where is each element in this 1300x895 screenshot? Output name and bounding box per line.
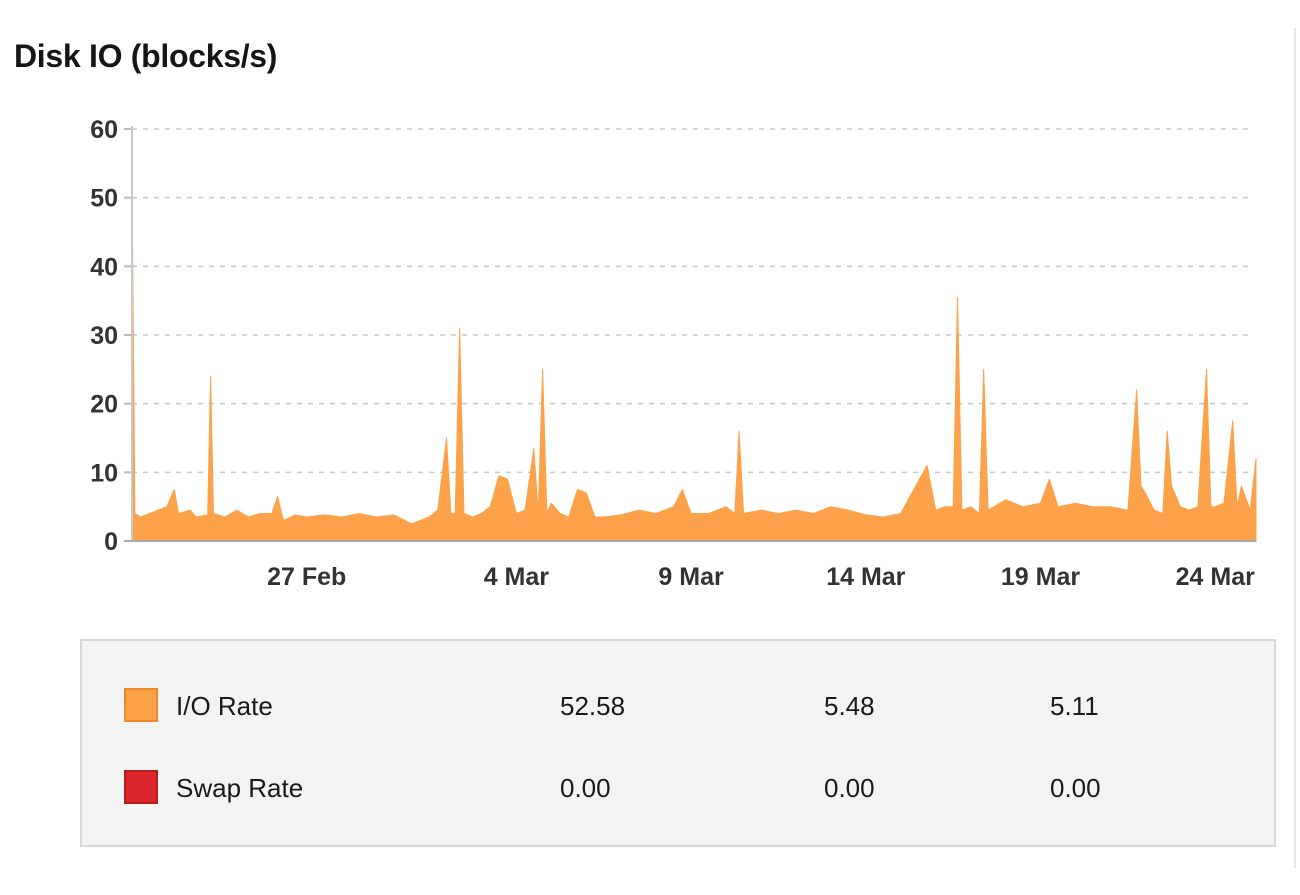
x-tick-label-1: 4 Mar — [484, 563, 550, 591]
legend-row-io-rate[interactable]: I/O Rate 52.58 5.48 5.11 — [82, 687, 1274, 727]
disk-io-chart: 0 10 20 30 40 50 60 27 Feb 4 Mar 9 Mar 14 Mar 19 Ma… — [90, 116, 1257, 591]
x-tick-label-4: 19 Mar — [1001, 563, 1080, 591]
panel-title: Disk IO (blocks/s) — [14, 38, 278, 74]
io-rate-value-2: 5.48 — [824, 691, 875, 721]
series-area-i-o-rate — [131, 183, 1257, 542]
y-tick-label-40: 40 — [90, 253, 118, 281]
y-tick-label-50: 50 — [90, 185, 118, 213]
x-tick-label-2: 9 Mar — [658, 563, 724, 591]
legend-table: I/O Rate 52.58 5.48 5.11 Swap Rate 0.00 … — [80, 639, 1276, 847]
io-rate-swatch — [124, 688, 158, 722]
gridlines — [132, 128, 1252, 474]
x-tick-label-0: 27 Feb — [267, 563, 346, 591]
swap-rate-value-3: 0.00 — [1050, 773, 1101, 803]
x-tick-label-5: 24 Mar — [1176, 563, 1255, 591]
legend-row-swap-rate[interactable]: Swap Rate 0.00 0.00 0.00 — [82, 769, 1274, 809]
y-tick-label-60: 60 — [90, 116, 118, 144]
y-tick-label-10: 10 — [90, 459, 118, 487]
swap-rate-swatch — [124, 770, 158, 804]
series-layer — [131, 183, 1257, 542]
swap-rate-value-1: 0.00 — [560, 773, 611, 803]
y-tick-label-20: 20 — [90, 391, 118, 419]
io-rate-label: I/O Rate — [176, 691, 273, 721]
x-tick-label-3: 14 Mar — [826, 563, 905, 591]
swap-rate-value-2: 0.00 — [824, 773, 875, 803]
y-tick-label-0: 0 — [104, 528, 118, 556]
swap-rate-label: Swap Rate — [176, 773, 304, 803]
io-rate-value-1: 52.58 — [560, 691, 626, 721]
y-tick-label-30: 30 — [90, 322, 118, 350]
io-rate-value-3: 5.11 — [1050, 691, 1099, 721]
axes — [124, 126, 1256, 542]
